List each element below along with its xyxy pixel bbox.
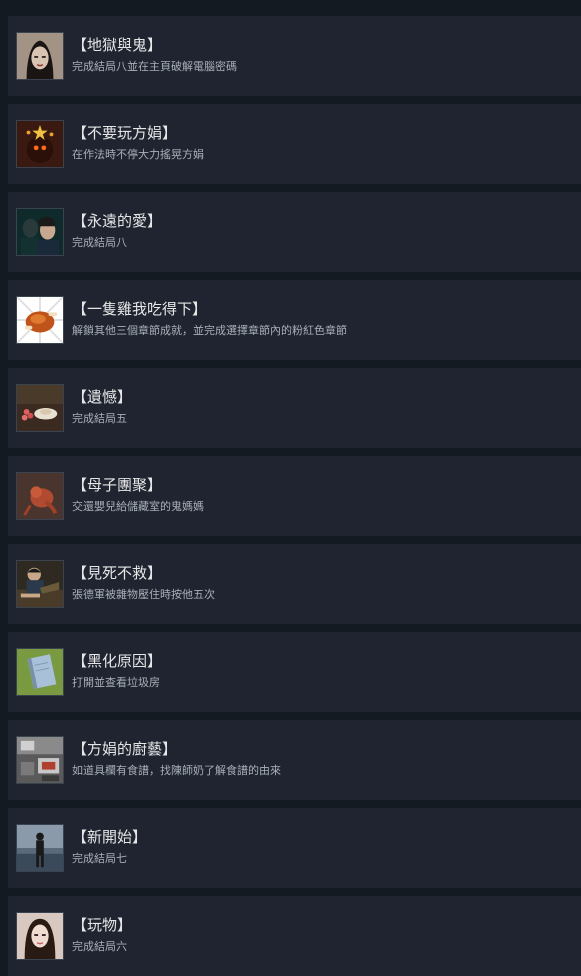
achievement-title: 【永遠的愛】 (72, 212, 163, 230)
achievement-item: 【黑化原因】 打開並查看垃圾房 (8, 632, 581, 712)
achievement-item: 【一隻雞我吃得下】 解鎖其他三個章節成就，並完成選擇章節內的粉紅色章節 (8, 280, 581, 360)
achievement-item: 【見死不救】 張德軍被雜物壓住時按他五次 (8, 544, 581, 624)
achievement-item: 【遺憾】 完成結局五 (8, 368, 581, 448)
achievement-item: 【母子團聚】 交還嬰兒給儲藏室的鬼媽媽 (8, 456, 581, 536)
achievement-title: 【地獄與鬼】 (72, 36, 163, 54)
cake-plate-icon (16, 384, 64, 432)
achievement-title: 【遺憾】 (72, 388, 133, 406)
notebook-icon (16, 648, 64, 696)
achievement-description: 完成結局八 (72, 236, 127, 249)
achievement-description: 完成結局七 (72, 852, 127, 865)
achievement-item: 【方娟的廚藝】 如道具欄有食譜，找陳師奶了解食譜的由來 (8, 720, 581, 800)
achievement-item: 【不要玩方娟】 在作法時不停大力搖晃方娟 (8, 104, 581, 184)
achievement-item: 【玩物】 完成結局六 (8, 896, 581, 976)
achievement-description: 完成結局八並在主頁破解電腦密碼 (72, 60, 237, 73)
kitchen-icon (16, 736, 64, 784)
achievement-item: 【永遠的愛】 完成結局八 (8, 192, 581, 272)
achievement-title: 【方娟的廚藝】 (72, 740, 178, 758)
achievement-title: 【不要玩方娟】 (72, 124, 178, 142)
achievement-title: 【見死不救】 (72, 564, 163, 582)
achievement-description: 完成結局五 (72, 412, 127, 425)
achievement-item: 【新開始】 完成結局七 (8, 808, 581, 888)
achievement-title: 【新開始】 (72, 828, 148, 846)
achievement-title: 【黑化原因】 (72, 652, 163, 670)
achievement-description: 交還嬰兒給儲藏室的鬼媽媽 (72, 500, 204, 513)
portrait-woman-icon (16, 912, 64, 960)
demon-doll-icon (16, 120, 64, 168)
person-walking-icon (16, 824, 64, 872)
achievement-title: 【玩物】 (72, 916, 133, 934)
couple-portrait-icon (16, 208, 64, 256)
achievement-description: 解鎖其他三個章節成就，並完成選擇章節內的粉紅色章節 (72, 324, 347, 337)
achievement-title: 【一隻雞我吃得下】 (72, 300, 208, 318)
portrait-ghost-woman-icon (16, 32, 64, 80)
achievement-item: 【地獄與鬼】 完成結局八並在主頁破解電腦密碼 (8, 16, 581, 96)
achievement-description: 打開並查看垃圾房 (72, 676, 160, 689)
achievement-description: 在作法時不停大力搖晃方娟 (72, 148, 204, 161)
achievement-description: 完成結局六 (72, 940, 127, 953)
achievement-list: 【地獄與鬼】 完成結局八並在主頁破解電腦密碼 【不要玩方娟】 在作法時不停大力搖… (0, 0, 581, 976)
achievement-description: 如道具欄有食譜，找陳師奶了解食譜的由來 (72, 764, 281, 777)
man-pinned-icon (16, 560, 64, 608)
achievement-title: 【母子團聚】 (72, 476, 163, 494)
baby-icon (16, 472, 64, 520)
roast-chicken-icon (16, 296, 64, 344)
achievement-description: 張德軍被雜物壓住時按他五次 (72, 588, 215, 601)
